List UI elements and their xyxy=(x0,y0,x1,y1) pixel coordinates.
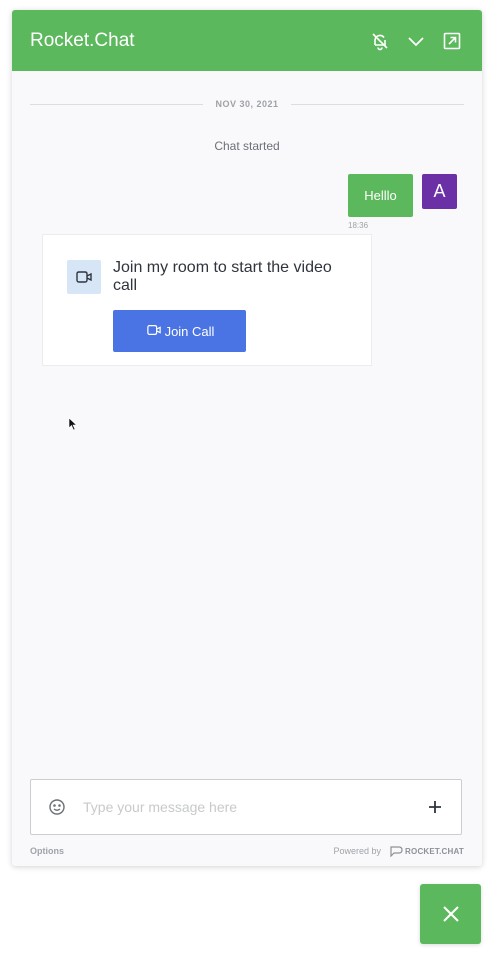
chat-widget: Rocket.Chat NOV 30, 2021 Chat started He… xyxy=(12,10,482,866)
close-icon xyxy=(442,906,459,922)
message-list[interactable]: NOV 30, 2021 Chat started Helllo 18:36 A… xyxy=(12,71,482,776)
widget-footer: Options Powered by ROCKET.CHAT xyxy=(30,845,464,857)
video-call-text: Join my room to start the video call xyxy=(113,259,332,294)
plus-icon[interactable] xyxy=(425,797,445,817)
powered-by-text: Powered by xyxy=(333,846,382,856)
video-camera-icon xyxy=(67,260,101,294)
minimize-icon[interactable] xyxy=(404,29,428,53)
message-input[interactable] xyxy=(81,798,425,816)
header-title: Rocket.Chat xyxy=(30,29,135,51)
popout-icon[interactable] xyxy=(440,29,464,53)
header-actions xyxy=(368,29,464,53)
rocketchat-logo-icon xyxy=(390,846,403,857)
join-call-label: Join Call xyxy=(164,323,215,339)
date-divider-label: NOV 30, 2021 xyxy=(215,99,279,109)
options-link[interactable]: Options xyxy=(30,846,334,856)
system-message: Chat started xyxy=(214,139,280,153)
divider-line xyxy=(30,103,204,105)
date-divider: NOV 30, 2021 xyxy=(30,99,465,109)
emoji-icon[interactable] xyxy=(47,797,67,817)
join-call-button[interactable]: Join Call xyxy=(113,310,246,352)
rocketchat-logo[interactable]: ROCKET.CHAT xyxy=(389,845,464,857)
widget-header: Rocket.Chat xyxy=(12,10,482,71)
notifications-off-icon[interactable] xyxy=(368,29,392,53)
close-widget-button[interactable] xyxy=(420,884,481,944)
message-bubble: Helllo xyxy=(348,174,413,217)
video-call-card: Join my room to start the video call Joi… xyxy=(42,234,372,366)
message-time: 18:36 xyxy=(348,221,369,230)
brand-name: ROCKET.CHAT xyxy=(405,846,464,856)
avatar: A xyxy=(422,174,457,209)
divider-line xyxy=(290,103,465,105)
mouse-cursor-icon xyxy=(68,417,78,436)
message-composer xyxy=(30,779,462,835)
video-camera-icon xyxy=(145,323,163,340)
